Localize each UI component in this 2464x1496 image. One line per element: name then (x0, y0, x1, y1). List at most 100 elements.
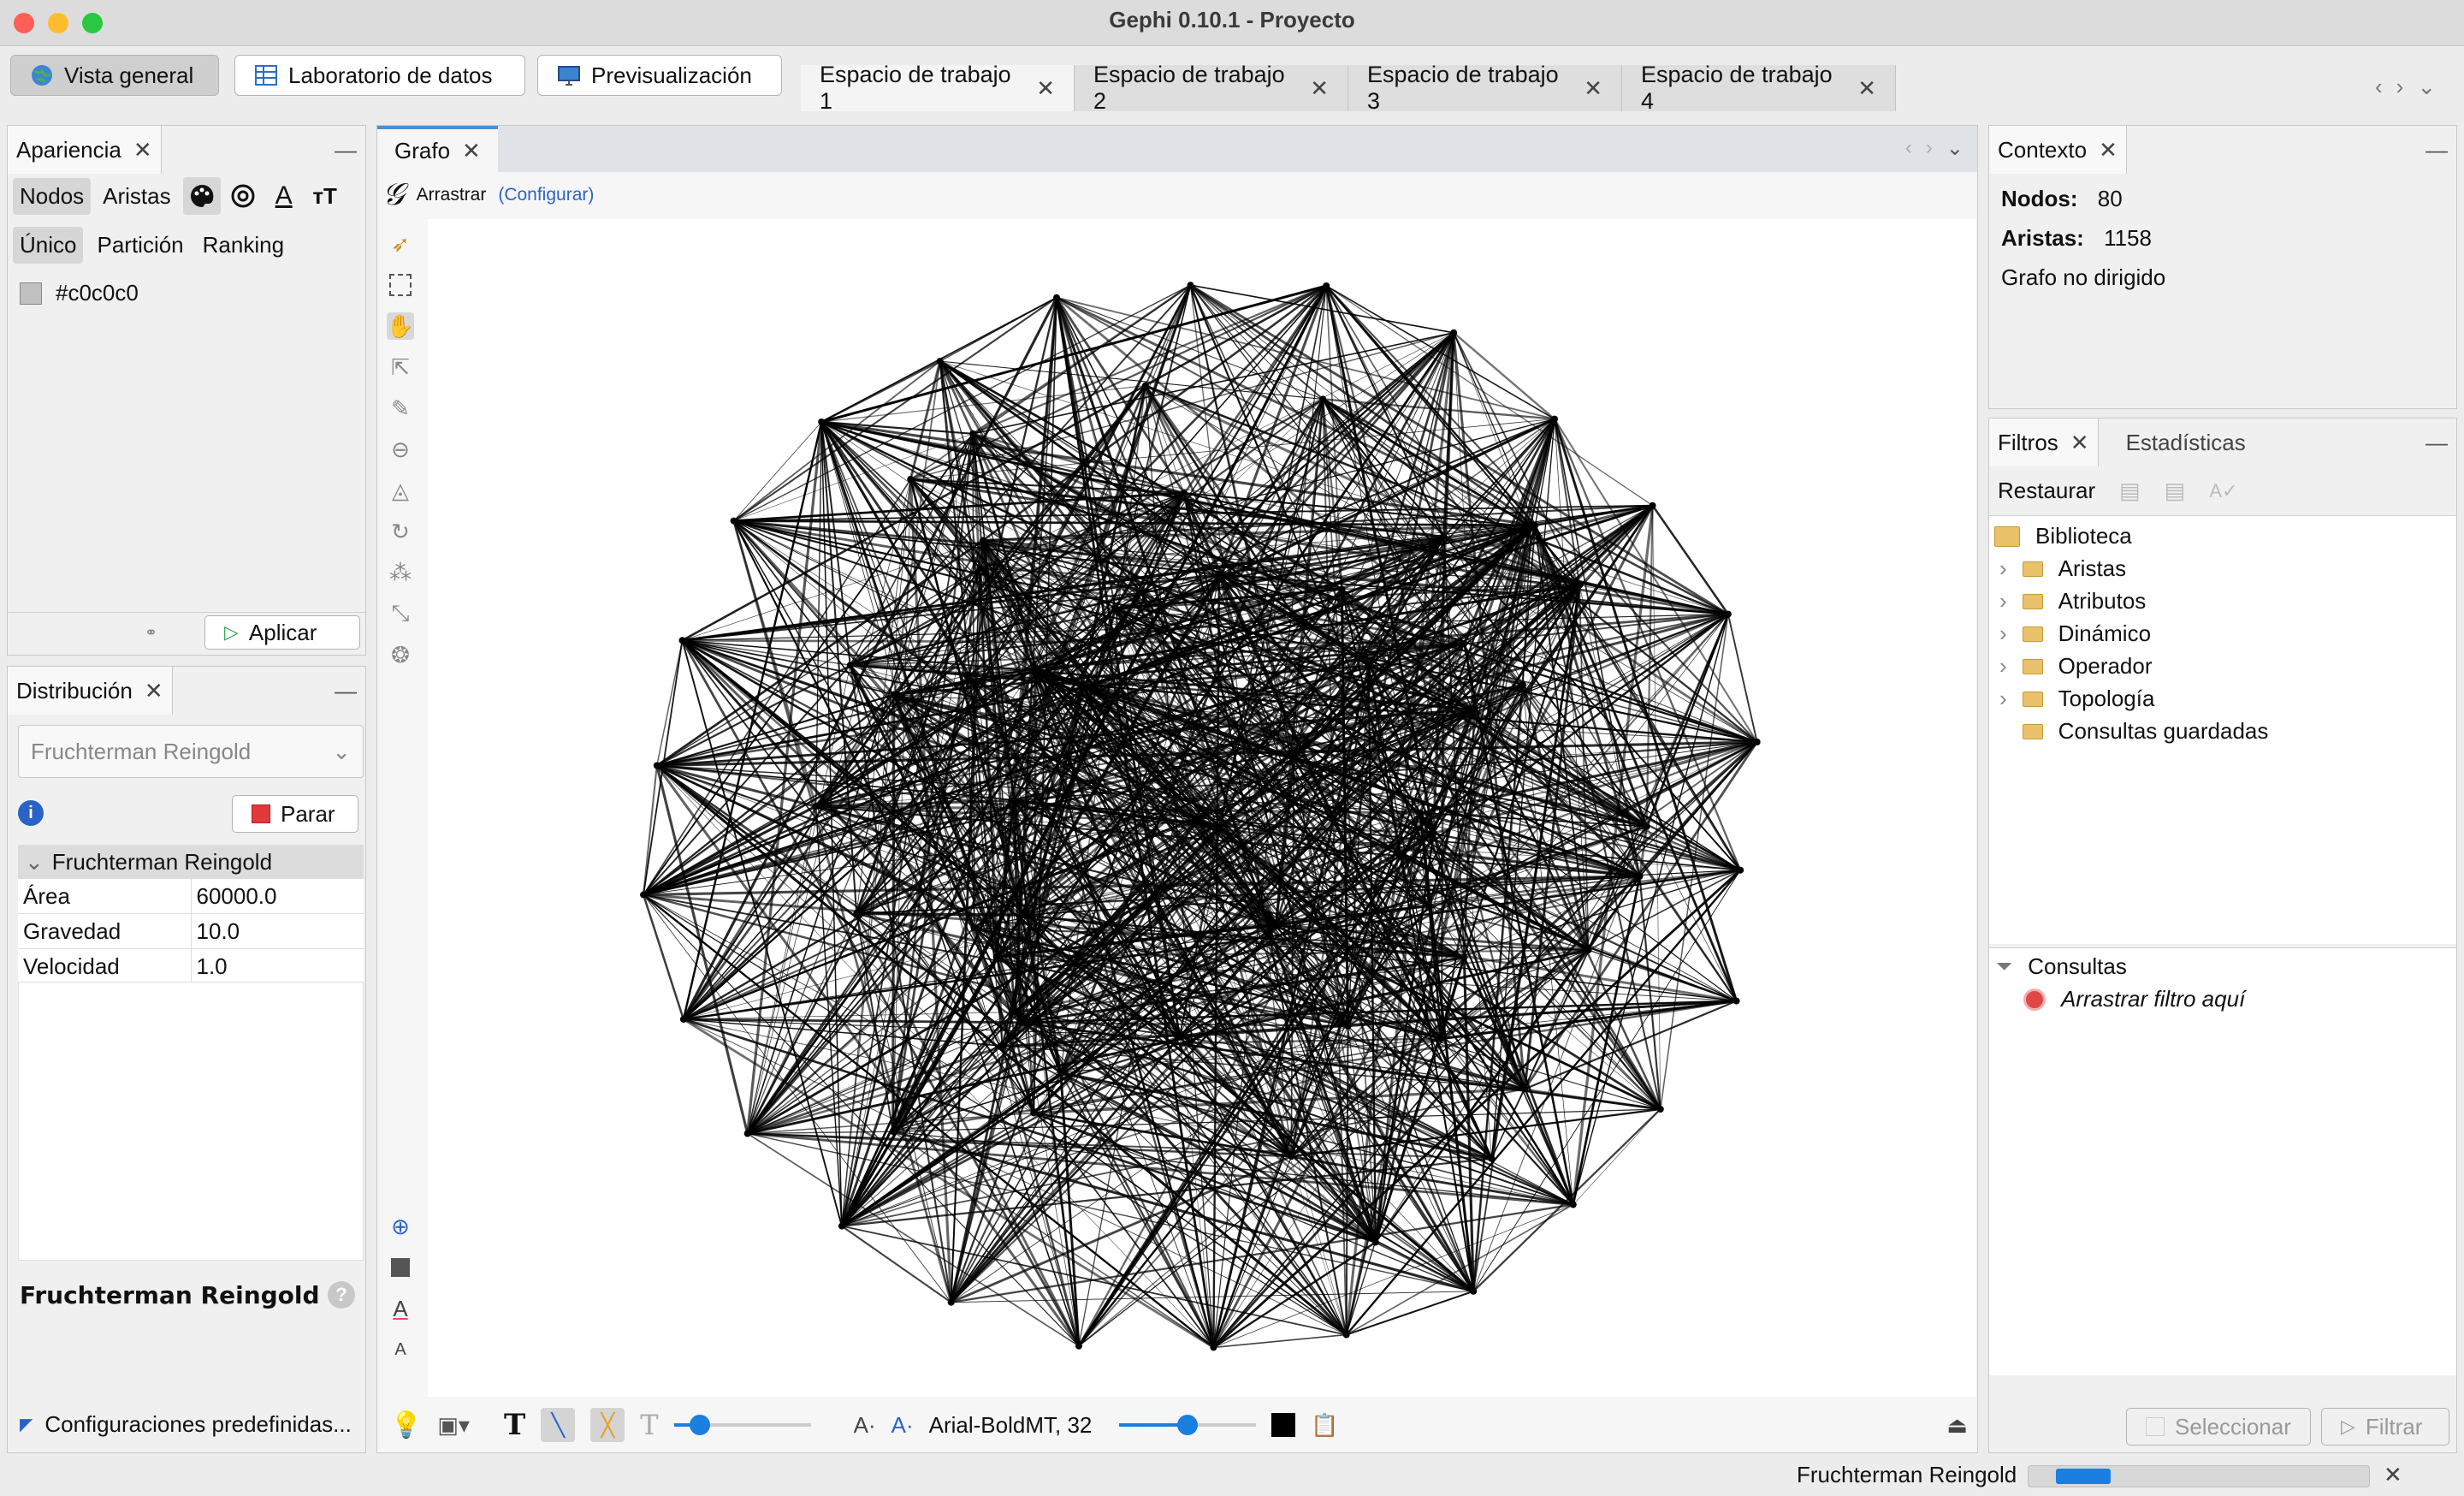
close-icon[interactable]: ✕ (1310, 75, 1329, 102)
tab-context[interactable]: Contexto ✕ (1989, 126, 2127, 174)
library-item[interactable]: › Operador (1999, 653, 2153, 680)
graph-node[interactable] (1290, 756, 1298, 763)
graph-node[interactable] (1649, 502, 1656, 509)
font-scale-icon[interactable]: A· (891, 1412, 914, 1439)
graph-node[interactable] (1531, 521, 1539, 529)
graph-node[interactable] (1737, 866, 1744, 874)
graph-node[interactable] (1519, 681, 1526, 688)
graph-node[interactable] (730, 517, 737, 525)
close-icon[interactable]: ✕ (2099, 137, 2118, 163)
show-labels-icon[interactable]: T (504, 1408, 525, 1442)
graph-node[interactable] (1521, 1085, 1529, 1093)
graph-node[interactable] (838, 1222, 845, 1230)
color-selector[interactable]: #c0c0c0 (20, 280, 139, 306)
font-size-slider[interactable] (1119, 1413, 1257, 1437)
graph-node[interactable] (1111, 604, 1119, 612)
graph-node[interactable] (992, 953, 1000, 960)
tab-graph[interactable]: Grafo ✕ (377, 126, 498, 172)
chevron-right-icon[interactable]: › (1999, 686, 2007, 712)
graph-node[interactable] (1075, 1342, 1082, 1350)
minimize-icon[interactable]: — (335, 678, 357, 704)
paint-bucket-icon[interactable]: ◬ (387, 477, 414, 504)
chevron-right-icon[interactable]: › (1999, 555, 2007, 582)
graph-node[interactable] (936, 358, 944, 365)
graph-node[interactable] (1365, 662, 1372, 669)
properties-section-header[interactable]: ⌄ Fruchterman Reingold (18, 845, 364, 879)
label-color-swatch[interactable] (1271, 1413, 1296, 1437)
size-icon[interactable] (224, 177, 262, 215)
graph-node[interactable] (1724, 610, 1732, 618)
graph-node[interactable] (1319, 395, 1327, 403)
drag-hand-icon[interactable]: ✋ (387, 312, 414, 340)
graph-node[interactable] (653, 762, 660, 769)
graph-node[interactable] (1215, 823, 1223, 830)
chevron-down-icon[interactable]: ⌄ (1946, 136, 1964, 161)
graph-node[interactable] (1460, 953, 1468, 961)
graph-node[interactable] (1017, 1018, 1025, 1026)
edge-labels-icon[interactable]: T (640, 1409, 658, 1441)
graph-node[interactable] (890, 691, 897, 698)
graph-node[interactable] (1210, 1344, 1217, 1351)
tab-nodes[interactable]: Nodos (13, 177, 92, 215)
tab-partition[interactable]: Partición (92, 227, 188, 264)
help-icon[interactable]: ? (328, 1281, 355, 1309)
tab-workspace-4[interactable]: Espacio de trabajo 4 ✕ (1622, 62, 1896, 114)
tab-statistics[interactable]: Estadísticas (2109, 430, 2263, 456)
graph-node[interactable] (1460, 640, 1468, 647)
graph-node[interactable] (1010, 797, 1017, 804)
tab-layout[interactable]: Distribución ✕ (8, 667, 173, 715)
graph-node[interactable] (1636, 872, 1644, 880)
close-icon[interactable]: ✕ (2070, 430, 2089, 456)
graph-node[interactable] (1656, 1106, 1664, 1113)
tab-workspace-2[interactable]: Espacio de trabajo 2 ✕ (1075, 62, 1348, 114)
graph-node[interactable] (969, 430, 977, 437)
graph-node[interactable] (1584, 947, 1592, 954)
property-value[interactable]: 10.0 (191, 914, 364, 949)
graph-node[interactable] (1344, 1022, 1352, 1030)
library-item[interactable]: › Aristas (1999, 555, 2126, 582)
graph-node[interactable] (1187, 282, 1194, 289)
graph-node[interactable] (1053, 294, 1060, 301)
reset-button[interactable]: Restaurar (1998, 478, 2095, 504)
zoom-fit-icon[interactable]: ⊕ (387, 1213, 414, 1240)
graph-node[interactable] (1079, 684, 1087, 692)
rectangle-select-icon[interactable] (387, 271, 414, 299)
chevron-right-icon[interactable]: › (1926, 136, 1933, 161)
apply-button[interactable]: ▷ Aplicar (204, 615, 360, 650)
font-size-icon[interactable]: A· (854, 1412, 876, 1439)
minimize-icon[interactable]: — (2426, 137, 2448, 163)
color-palette-icon[interactable] (182, 177, 221, 215)
tab-unique[interactable]: Único (13, 227, 84, 264)
label-color-icon[interactable]: A (265, 177, 303, 215)
chevron-down-icon[interactable]: ⌄ (2417, 74, 2436, 100)
chevron-right-icon[interactable]: › (1999, 620, 2007, 647)
graph-node[interactable] (1438, 1035, 1445, 1042)
graph-node[interactable] (1753, 739, 1761, 745)
light-bulb-icon[interactable]: 💡 (390, 1410, 422, 1440)
add-edge-icon[interactable]: ⤡ (387, 600, 414, 627)
layout-algorithm-select[interactable]: Fruchterman Reingold ⌄ (18, 725, 364, 778)
graph-node[interactable] (1551, 415, 1558, 423)
add-node-icon[interactable]: ⁂ (387, 559, 414, 586)
graph-node[interactable] (743, 1130, 751, 1137)
tab-appearance[interactable]: Apariencia ✕ (8, 126, 162, 174)
graph-node[interactable] (976, 564, 984, 572)
mode-overview-button[interactable]: Vista general (10, 55, 219, 96)
graph-node[interactable] (1288, 1153, 1295, 1161)
expand-icon[interactable]: ⏏ (1946, 1412, 1968, 1439)
graph-node[interactable] (1057, 1069, 1064, 1077)
graph-node[interactable] (1371, 1238, 1379, 1246)
graph-node[interactable] (1323, 282, 1330, 289)
graph-node[interactable] (1488, 1155, 1496, 1162)
edge-weight-slider[interactable] (673, 1413, 811, 1437)
auto-refresh-icon[interactable]: A✓ (2209, 480, 2237, 502)
save-query-icon[interactable]: ▤ (2165, 478, 2186, 504)
graph-node[interactable] (1643, 822, 1650, 830)
chevron-left-icon[interactable]: ‹ (2375, 74, 2383, 100)
library-item[interactable]: › Atributos (1999, 588, 2146, 614)
property-value[interactable]: 1.0 (191, 949, 364, 984)
graph-node[interactable] (1018, 911, 1026, 919)
cancel-task-icon[interactable]: ✕ (2384, 1462, 2402, 1488)
graph-node[interactable] (1425, 902, 1433, 910)
chevron-right-icon[interactable]: › (1999, 653, 2007, 680)
